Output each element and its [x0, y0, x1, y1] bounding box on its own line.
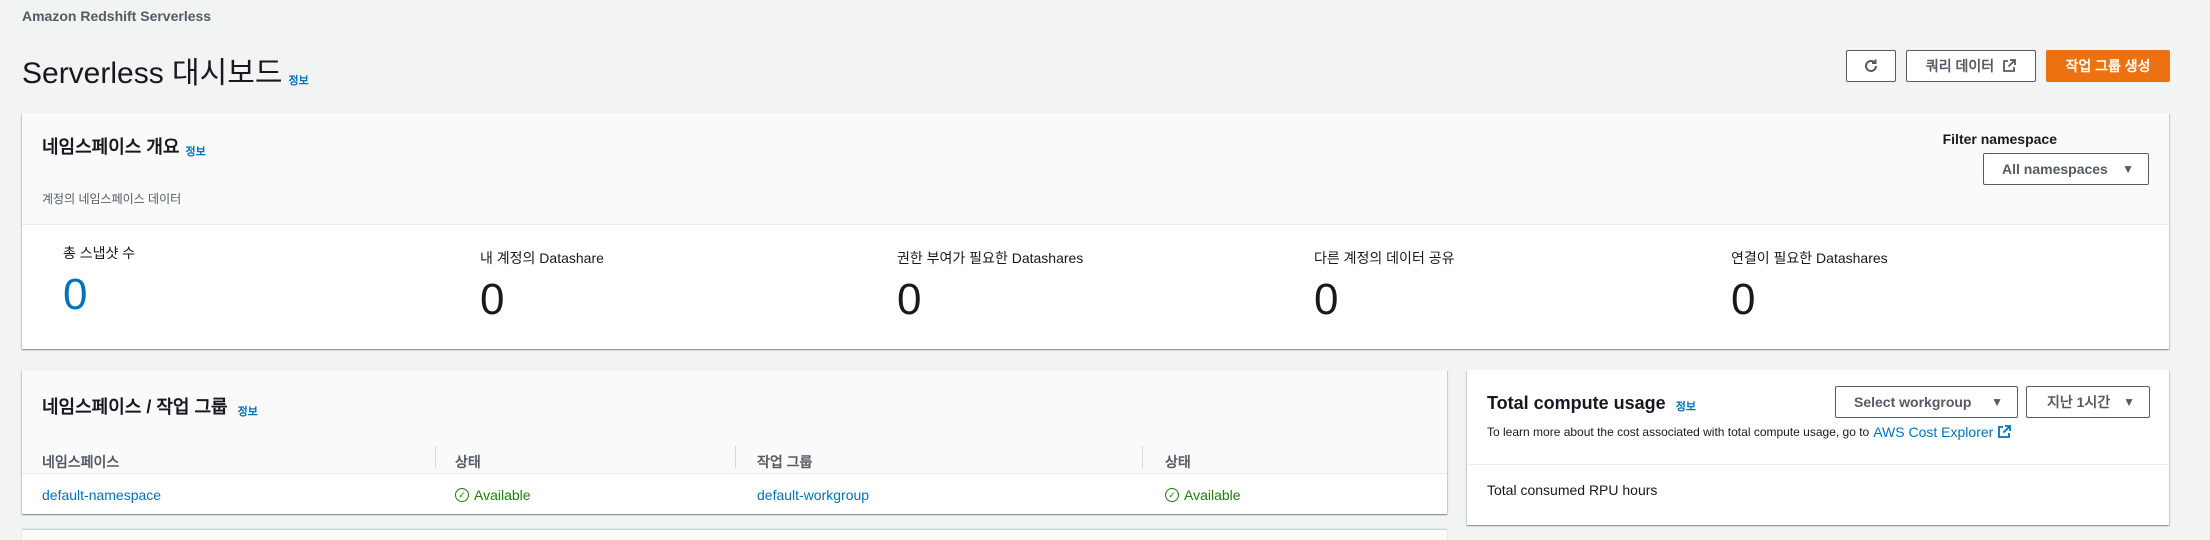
column-divider[interactable]: [1142, 446, 1143, 468]
namespace-filter-select[interactable]: All namespaces ▼: [1983, 153, 2149, 185]
namespace-status: ✓ Available: [455, 487, 531, 503]
compute-description: To learn more about the cost associated …: [1487, 424, 2012, 440]
namespaces-title: 네임스페이스 / 작업 그룹 정보: [42, 393, 258, 419]
namespace-link[interactable]: default-namespace: [42, 487, 161, 503]
namespaces-title-text: 네임스페이스 / 작업 그룹: [42, 397, 228, 417]
overview-header: 네임스페이스 개요 정보 계정의 네임스페이스 데이터 Filter names…: [22, 113, 2169, 225]
stat-value: 0: [480, 275, 505, 324]
workgroup-select-value: Select workgroup: [1854, 394, 1972, 410]
breadcrumb[interactable]: Amazon Redshift Serverless: [22, 8, 211, 24]
overview-info-link[interactable]: 정보: [185, 143, 205, 159]
check-circle-icon: ✓: [455, 488, 469, 502]
compute-description-text: To learn more about the cost associated …: [1487, 425, 1870, 439]
column-divider[interactable]: [435, 446, 436, 468]
overview-title: 네임스페이스 개요 정보: [42, 133, 206, 159]
column-divider[interactable]: [735, 446, 736, 468]
workgroup-select[interactable]: Select workgroup ▼: [1835, 386, 2018, 418]
stat-label: 총 스냅샷 수: [63, 245, 136, 261]
compute-title: Total compute usage 정보: [1487, 393, 1696, 414]
column-header-workgroup[interactable]: 작업 그룹: [757, 452, 812, 472]
page-actions: 쿼리 데이터 작업 그룹 생성: [1846, 50, 2170, 82]
rpu-hours-label: Total consumed RPU hours: [1487, 482, 1658, 498]
namespaces-workgroups-panel: 네임스페이스 / 작업 그룹 정보 네임스페이스 상태 작업 그룹 상태 def…: [22, 370, 1447, 514]
compute-header: Total compute usage 정보 Select workgroup …: [1467, 370, 2169, 465]
stat-total-snapshots: 총 스냅샷 수 0: [63, 243, 135, 317]
cost-explorer-link[interactable]: AWS Cost Explorer: [1873, 424, 1993, 440]
refresh-icon: [1865, 59, 1877, 72]
overview-stats: 총 스냅샷 수 0 내 계정의 Datashare 0 권한 부여가 필요한 D…: [22, 243, 2169, 343]
total-compute-usage-panel: Total compute usage 정보 Select workgroup …: [1467, 370, 2169, 525]
page-title-text: Serverless 대시보드: [22, 57, 283, 90]
namespace-status-text: Available: [474, 487, 531, 503]
namespaces-header: 네임스페이스 / 작업 그룹 정보 네임스페이스 상태 작업 그룹 상태: [22, 370, 1447, 474]
next-panel-edge: [22, 530, 1447, 540]
stat-label: 다른 계정의 데이터 공유: [1314, 250, 1455, 266]
create-workgroup-button[interactable]: 작업 그룹 생성: [2046, 50, 2170, 82]
table-header: 네임스페이스 상태 작업 그룹 상태: [22, 442, 1447, 473]
overview-subtitle: 계정의 네임스페이스 데이터: [42, 192, 182, 206]
column-header-namespace[interactable]: 네임스페이스: [42, 452, 119, 472]
caret-down-icon: ▼: [2123, 395, 2135, 409]
external-link-icon: [1998, 425, 2012, 438]
query-data-button[interactable]: 쿼리 데이터: [1906, 50, 2036, 82]
stat-value: 0: [1314, 275, 1339, 324]
stat-label: 권한 부여가 필요한 Datashares: [897, 250, 1084, 266]
stat-value-link[interactable]: 0: [63, 273, 135, 317]
overview-title-text: 네임스페이스 개요: [42, 137, 180, 157]
namespaces-info-link[interactable]: 정보: [238, 403, 258, 419]
stat-authorization-required: 권한 부여가 필요한 Datashares 0: [897, 248, 1083, 322]
namespace-overview-panel: 네임스페이스 개요 정보 계정의 네임스페이스 데이터 Filter names…: [22, 113, 2169, 349]
column-header-wg-status[interactable]: 상태: [1165, 452, 1191, 472]
stat-value: 0: [1731, 275, 1756, 324]
table-row: default-namespace ✓ Available default-wo…: [22, 474, 1447, 514]
workgroup-link[interactable]: default-workgroup: [757, 487, 869, 503]
stat-label: 연결이 필요한 Datashares: [1731, 250, 1888, 266]
info-link[interactable]: 정보: [288, 72, 308, 88]
stat-label: 내 계정의 Datashare: [480, 250, 604, 266]
stat-other-account-datashares: 다른 계정의 데이터 공유 0: [1314, 248, 1454, 322]
page-title: Serverless 대시보드 정보: [22, 48, 309, 92]
filter-namespace-label: Filter namespace: [1942, 131, 2057, 147]
caret-down-icon: ▼: [1991, 395, 2003, 409]
column-header-ns-status[interactable]: 상태: [455, 452, 481, 472]
stat-value: 0: [897, 275, 922, 324]
stat-my-datashares: 내 계정의 Datashare 0: [480, 248, 604, 322]
compute-info-link[interactable]: 정보: [1676, 398, 1696, 414]
time-range-select[interactable]: 지난 1시간 ▼: [2026, 386, 2150, 418]
check-circle-icon: ✓: [1165, 488, 1179, 502]
refresh-button[interactable]: [1846, 50, 1896, 82]
compute-title-text: Total compute usage: [1487, 393, 1666, 413]
time-range-value: 지난 1시간: [2047, 394, 2111, 410]
namespace-filter-value: All namespaces: [2002, 161, 2108, 177]
external-link-icon: [2003, 59, 2017, 72]
query-data-label: 쿼리 데이터: [1925, 58, 1995, 74]
caret-down-icon: ▼: [2122, 162, 2134, 176]
stat-association-required: 연결이 필요한 Datashares 0: [1731, 248, 1888, 322]
workgroup-status: ✓ Available: [1165, 487, 1241, 503]
workgroup-status-text: Available: [1184, 487, 1241, 503]
